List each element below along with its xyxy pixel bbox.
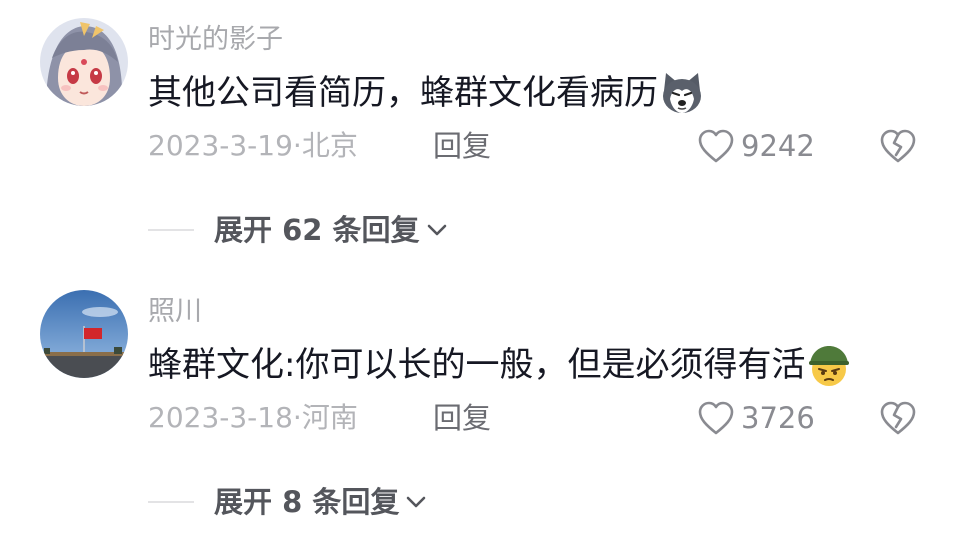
like-count: 9242 [741, 129, 815, 163]
comment-text: 其他公司看简历，蜂群文化看病历 [148, 73, 658, 113]
meta-separator: · [292, 401, 302, 434]
avatar[interactable] [40, 290, 128, 378]
divider-line [148, 501, 194, 503]
username[interactable]: 时光的影子 [148, 24, 283, 56]
meta-separator: · [292, 129, 302, 162]
comment-text: 蜂群文化:你可以长的一般，但是必须得有活 [148, 345, 806, 385]
comment-location: 河南 [301, 401, 358, 434]
like-count: 3726 [741, 401, 815, 435]
comment-location: 北京 [301, 129, 358, 162]
chevron-down-icon [407, 496, 426, 508]
soldier-helmet-emoji [807, 343, 851, 387]
comment-meta: 2023-3-19·北京 [148, 128, 358, 164]
comment-text-row: 其他公司看简历，蜂群文化看病历 [148, 71, 704, 115]
reply-button[interactable]: 回复 [433, 128, 491, 164]
expand-replies-label: 展开 8 条回复 [214, 485, 400, 519]
broken-heart-icon [880, 401, 916, 435]
expand-replies-label: 展开 62 条回复 [214, 213, 420, 247]
like-button[interactable]: 3726 [697, 400, 815, 436]
like-button[interactable]: 9242 [697, 128, 815, 164]
expand-replies-button[interactable]: 展开 8 条回复 [148, 484, 429, 520]
comment-date: 2023-3-18 [148, 401, 293, 434]
comment-text-row: 蜂群文化:你可以长的一般，但是必须得有活 [148, 343, 851, 387]
dislike-button[interactable] [878, 127, 918, 165]
heart-outline-icon [698, 401, 734, 435]
heart-outline-icon [698, 129, 734, 163]
dislike-button[interactable] [878, 399, 918, 437]
divider-line [148, 229, 194, 231]
husky-dog-emoji [660, 71, 704, 115]
expand-replies-button[interactable]: 展开 62 条回复 [148, 212, 450, 248]
chevron-down-icon [427, 224, 446, 236]
reply-button[interactable]: 回复 [433, 400, 491, 436]
broken-heart-icon [880, 129, 916, 163]
avatar[interactable] [40, 18, 128, 106]
username[interactable]: 照川 [148, 296, 202, 328]
comment-meta: 2023-3-18·河南 [148, 400, 358, 436]
comment-date: 2023-3-19 [148, 129, 293, 162]
